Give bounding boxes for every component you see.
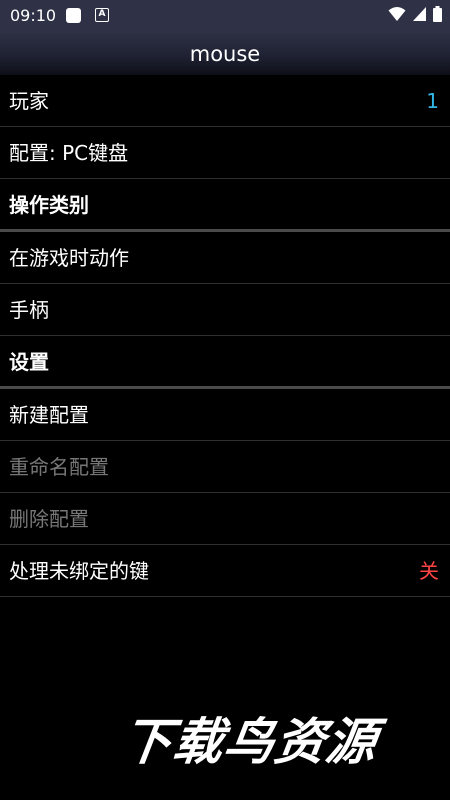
status-bar: 09:10 A bbox=[0, 0, 450, 33]
new-config-row[interactable]: 新建配置 bbox=[0, 389, 450, 441]
player-label: 玩家 bbox=[9, 89, 49, 113]
player-row[interactable]: 玩家 1 bbox=[0, 75, 450, 127]
unbound-keys-label: 处理未绑定的键 bbox=[9, 559, 149, 583]
in-game-actions-row[interactable]: 在游戏时动作 bbox=[0, 232, 450, 284]
settings-list: 玩家 1 配置: PC键盘 操作类别 在游戏时动作 手柄 设置 新建配置 重命名… bbox=[0, 75, 450, 597]
settings-header: 设置 bbox=[9, 350, 49, 374]
screen: 09:10 A mouse 玩家 1 配置: PC键盘 操作类别 在游戏时动作 … bbox=[0, 0, 450, 800]
section-header-action-category: 操作类别 bbox=[0, 179, 450, 232]
gamepad-row[interactable]: 手柄 bbox=[0, 284, 450, 336]
unbound-keys-value: 关 bbox=[419, 559, 439, 583]
gamepad-label: 手柄 bbox=[9, 298, 49, 322]
page-title: mouse bbox=[189, 42, 261, 66]
square-icon bbox=[66, 8, 81, 23]
action-category-header: 操作类别 bbox=[9, 193, 89, 217]
battery-icon bbox=[433, 6, 442, 26]
signal-icon bbox=[412, 6, 427, 26]
delete-config-label: 删除配置 bbox=[9, 507, 89, 531]
wifi-icon bbox=[388, 6, 406, 26]
section-header-settings: 设置 bbox=[0, 336, 450, 389]
unbound-keys-row[interactable]: 处理未绑定的键 关 bbox=[0, 545, 450, 597]
config-row[interactable]: 配置: PC键盘 bbox=[0, 127, 450, 179]
watermark-logo: 下载鸟资源 bbox=[117, 713, 382, 771]
rename-config-label: 重命名配置 bbox=[9, 455, 109, 479]
player-value: 1 bbox=[426, 89, 439, 113]
status-icons bbox=[388, 6, 442, 26]
in-game-actions-label: 在游戏时动作 bbox=[9, 246, 129, 270]
delete-config-row: 删除配置 bbox=[0, 493, 450, 545]
a-notification-icon: A bbox=[95, 8, 109, 22]
config-label: 配置: PC键盘 bbox=[9, 141, 129, 165]
status-time: 09:10 bbox=[10, 6, 57, 25]
rename-config-row: 重命名配置 bbox=[0, 441, 450, 493]
app-bar: mouse bbox=[0, 33, 450, 75]
new-config-label: 新建配置 bbox=[9, 403, 89, 427]
